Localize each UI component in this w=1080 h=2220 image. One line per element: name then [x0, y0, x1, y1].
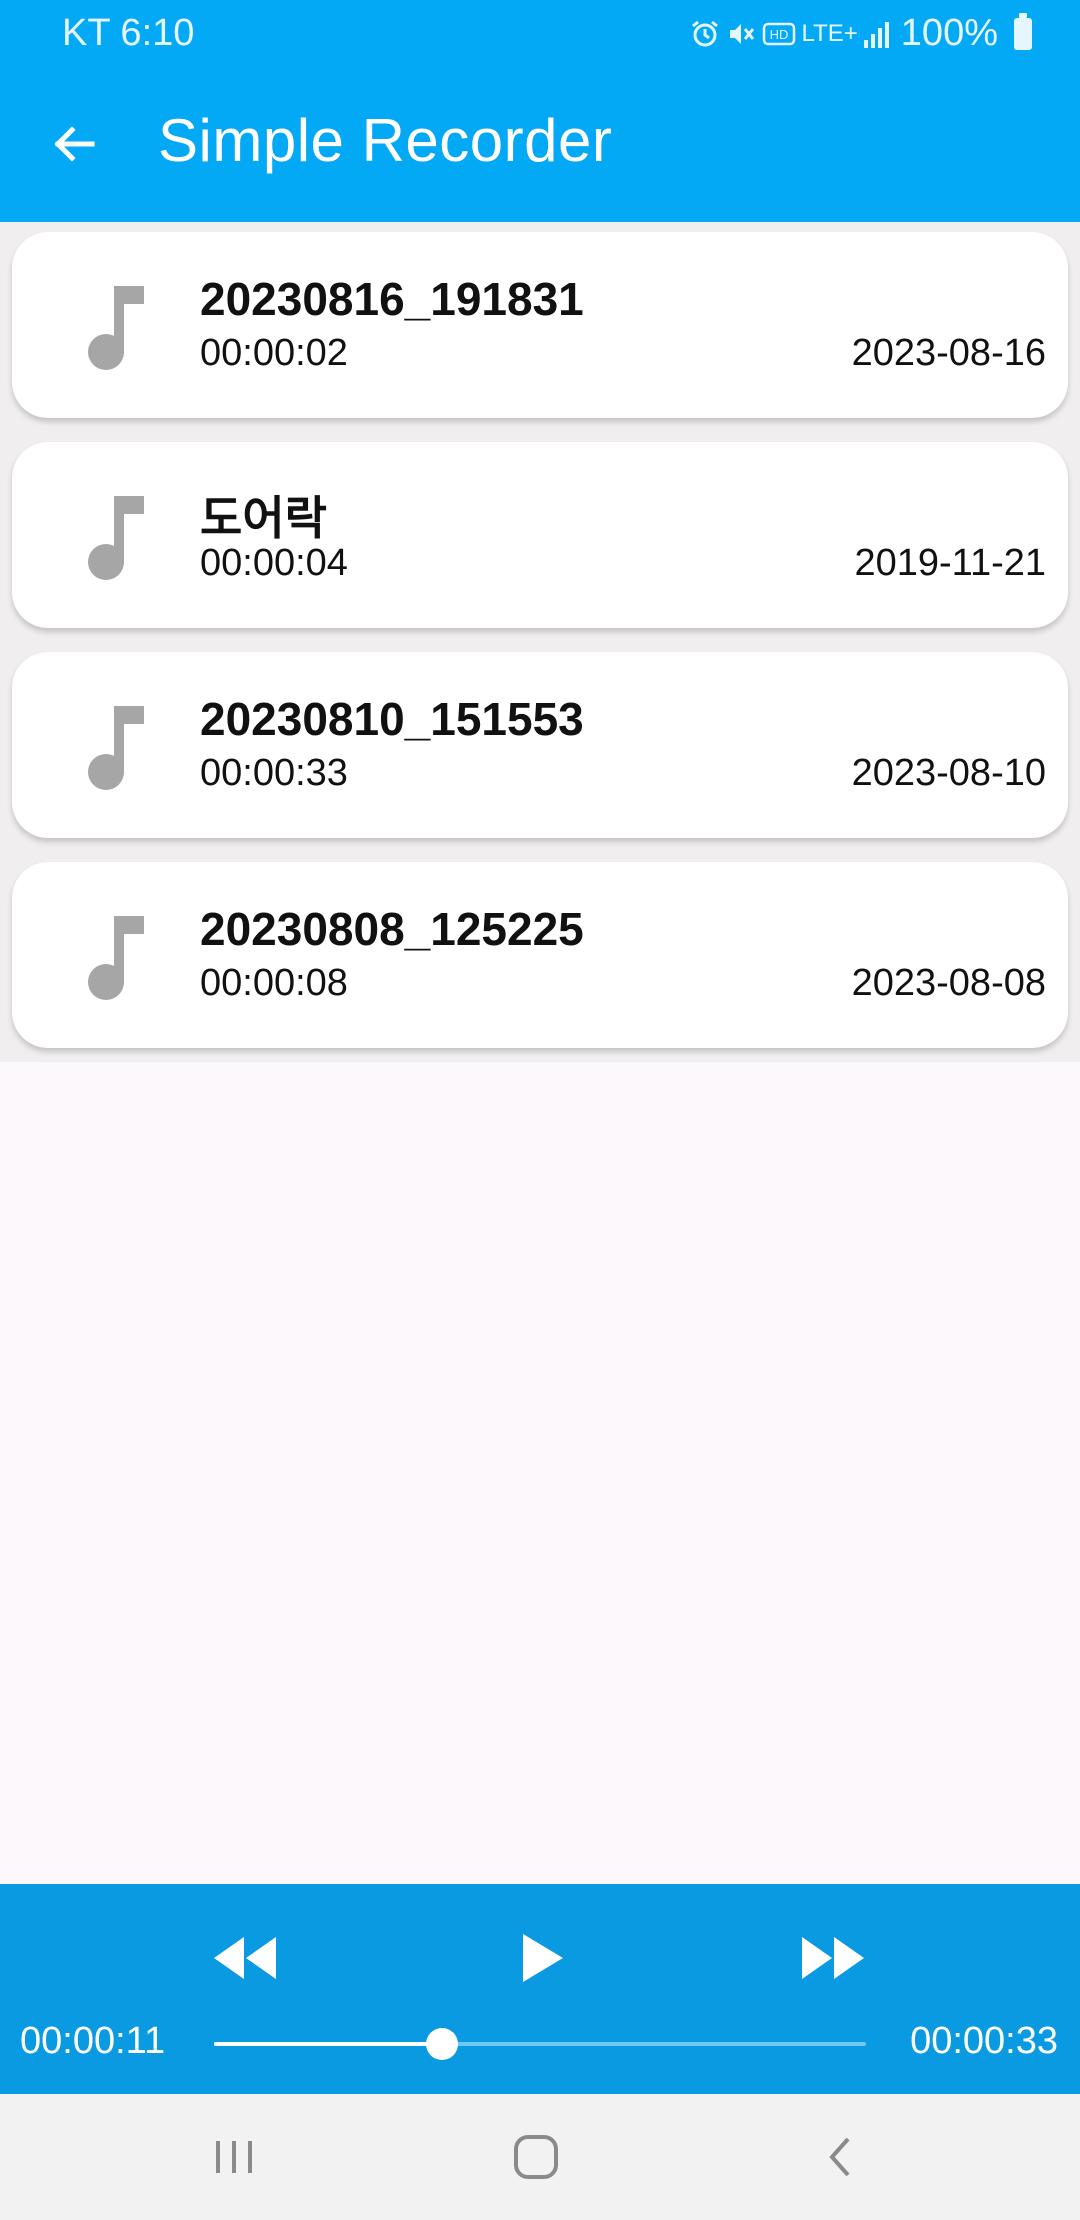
recording-list: 20230816_191831 00:00:02 2023-08-16 도어락 … — [0, 222, 1080, 1062]
player-bar: 00:00:11 00:00:33 — [0, 1884, 1080, 2094]
recording-title: 도어락 — [200, 492, 327, 544]
music-note-icon — [88, 286, 144, 370]
status-carrier-time: KT 6:10 — [62, 12, 195, 54]
play-button[interactable] — [502, 1918, 582, 1998]
recording-item[interactable]: 20230808_125225 00:00:08 2023-08-08 — [12, 862, 1068, 1048]
music-note-icon — [88, 916, 144, 1000]
system-nav-bar — [0, 2094, 1080, 2220]
rewind-button[interactable] — [200, 1918, 290, 1998]
list-item-strip: 20230808_125225 00:00:08 2023-08-08 — [0, 852, 1080, 1062]
current-time: 00:00:11 — [20, 2020, 166, 2062]
recording-duration: 00:00:04 — [200, 542, 348, 584]
recording-duration: 00:00:02 — [200, 332, 348, 374]
play-icon — [523, 1934, 563, 1982]
list-item-strip: 도어락 00:00:04 2019-11-21 — [0, 432, 1080, 642]
recording-date: 2023-08-16 — [851, 332, 1046, 374]
nav-back-button[interactable] — [800, 2124, 880, 2190]
arrow-left-icon — [54, 126, 95, 162]
seek-bar[interactable] — [214, 2028, 866, 2060]
status-indicators: HD LTE+ 100% — [690, 12, 1032, 55]
music-note-icon — [88, 706, 144, 790]
recording-title: 20230808_125225 — [200, 903, 584, 955]
recording-date: 2019-11-21 — [854, 542, 1046, 584]
status-bar: KT 6:10 HD LTE+ 100% — [0, 0, 1080, 68]
seek-progress — [214, 2042, 443, 2046]
recording-item[interactable]: 20230810_151553 00:00:33 2023-08-10 — [12, 652, 1068, 838]
recording-title: 20230816_191831 — [200, 273, 584, 325]
list-item-strip: 20230816_191831 00:00:02 2023-08-16 — [0, 222, 1080, 432]
recording-item[interactable]: 도어락 00:00:04 2019-11-21 — [12, 442, 1068, 628]
recording-title: 20230810_151553 — [200, 693, 584, 745]
recording-date: 2023-08-10 — [851, 752, 1046, 794]
hd-icon: HD — [762, 22, 795, 45]
home-icon — [514, 2135, 558, 2179]
fast-forward-icon — [802, 1937, 864, 1979]
home-button[interactable] — [496, 2124, 576, 2190]
recording-date: 2023-08-08 — [851, 962, 1046, 1004]
total-time: 00:00:33 — [910, 2020, 1058, 2062]
back-button[interactable] — [38, 108, 110, 180]
recording-item[interactable]: 20230816_191831 00:00:02 2023-08-16 — [12, 232, 1068, 418]
recording-duration: 00:00:08 — [200, 962, 348, 1004]
recents-icon — [216, 2141, 252, 2173]
svg-text:HD: HD — [769, 27, 788, 42]
signal-icon — [863, 20, 889, 48]
recording-duration: 00:00:33 — [200, 752, 348, 794]
list-item-strip: 20230810_151553 00:00:33 2023-08-10 — [0, 642, 1080, 852]
app-title: Simple Recorder — [158, 107, 613, 174]
mute-icon — [729, 23, 754, 44]
status-icons: HD LTE+ — [690, 19, 889, 49]
chevron-left-icon — [829, 2137, 850, 2177]
fast-forward-button[interactable] — [788, 1918, 878, 1998]
battery-percent: 100% — [900, 12, 998, 54]
rewind-icon — [214, 1937, 276, 1979]
lte-icon: LTE+ — [801, 19, 858, 47]
seek-thumb[interactable] — [426, 2028, 459, 2060]
app-bar: Simple Recorder — [0, 68, 1080, 222]
alarm-icon — [691, 20, 718, 46]
recents-button[interactable] — [194, 2124, 274, 2190]
music-note-icon — [88, 496, 144, 580]
battery-icon — [1014, 12, 1032, 50]
